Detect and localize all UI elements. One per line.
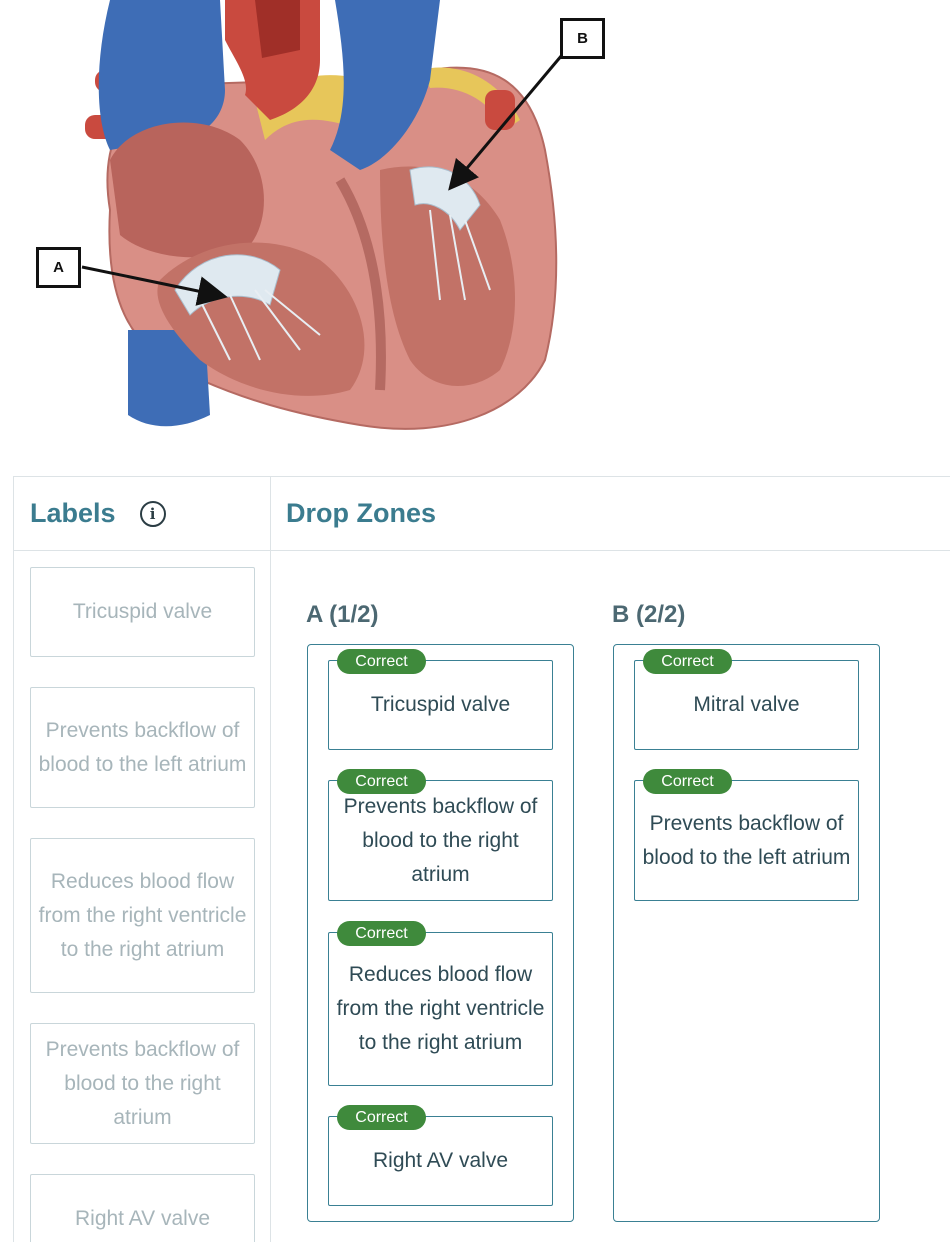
drop-zones-header: Drop Zones bbox=[271, 477, 950, 551]
correct-badge: Correct bbox=[643, 769, 732, 794]
correct-badge: Correct bbox=[643, 649, 732, 674]
correct-badge: Correct bbox=[337, 649, 426, 674]
zone-b-title: B (2/2) bbox=[612, 601, 686, 628]
card-text: Prevents backflow of blood to the right … bbox=[343, 794, 538, 886]
correct-badge: Correct bbox=[337, 1105, 426, 1130]
zone-a-title: A (1/2) bbox=[306, 601, 379, 628]
labeling-panel: Labels i Tricuspid valve Prevents backfl… bbox=[13, 476, 950, 1242]
label-bank-text: Reduces blood flow from the right ventri… bbox=[38, 869, 247, 961]
heart-illustration bbox=[81, 0, 564, 430]
drop-zones-title: Drop Zones bbox=[286, 498, 437, 528]
callout-a: A bbox=[36, 247, 81, 288]
card-text: Prevents backflow of blood to the left a… bbox=[642, 811, 851, 869]
drop-zones-column: Drop Zones A (1/2) Tricuspid valve Corre… bbox=[271, 477, 950, 1242]
label-bank-item[interactable]: Right AV valve bbox=[30, 1174, 255, 1242]
label-bank-text: Tricuspid valve bbox=[72, 600, 213, 623]
label-bank-item[interactable]: Tricuspid valve bbox=[30, 567, 255, 657]
label-bank-item[interactable]: Prevents backflow of blood to the right … bbox=[30, 1023, 255, 1144]
zone-a-card[interactable]: Prevents backflow of blood to the right … bbox=[328, 780, 553, 901]
label-bank-text: Right AV valve bbox=[74, 1207, 210, 1230]
label-bank-item[interactable]: Reduces blood flow from the right ventri… bbox=[30, 838, 255, 993]
labels-column: Labels i Tricuspid valve Prevents backfl… bbox=[13, 477, 271, 1242]
card-text: Mitral valve bbox=[693, 693, 800, 716]
correct-badge: Correct bbox=[337, 921, 426, 946]
card-text: Reduces blood flow from the right ventri… bbox=[336, 963, 545, 1054]
labels-header: Labels i bbox=[14, 477, 270, 551]
card-text: Right AV valve bbox=[372, 1149, 508, 1172]
heart-diagram: A B bbox=[0, 0, 950, 470]
zone-b-card[interactable]: Prevents backflow of blood to the left a… bbox=[634, 780, 859, 901]
label-bank-text: Prevents backflow of blood to the right … bbox=[45, 1037, 240, 1129]
correct-badge: Correct bbox=[337, 769, 426, 794]
zone-a-card[interactable]: Reduces blood flow from the right ventri… bbox=[328, 932, 553, 1086]
callout-b: B bbox=[560, 18, 605, 59]
info-icon[interactable]: i bbox=[139, 500, 166, 527]
label-bank-text: Prevents backflow of blood to the left a… bbox=[38, 718, 247, 776]
labels-title: Labels bbox=[30, 498, 116, 528]
label-bank-item[interactable]: Prevents backflow of blood to the left a… bbox=[30, 687, 255, 808]
card-text: Tricuspid valve bbox=[370, 693, 511, 716]
